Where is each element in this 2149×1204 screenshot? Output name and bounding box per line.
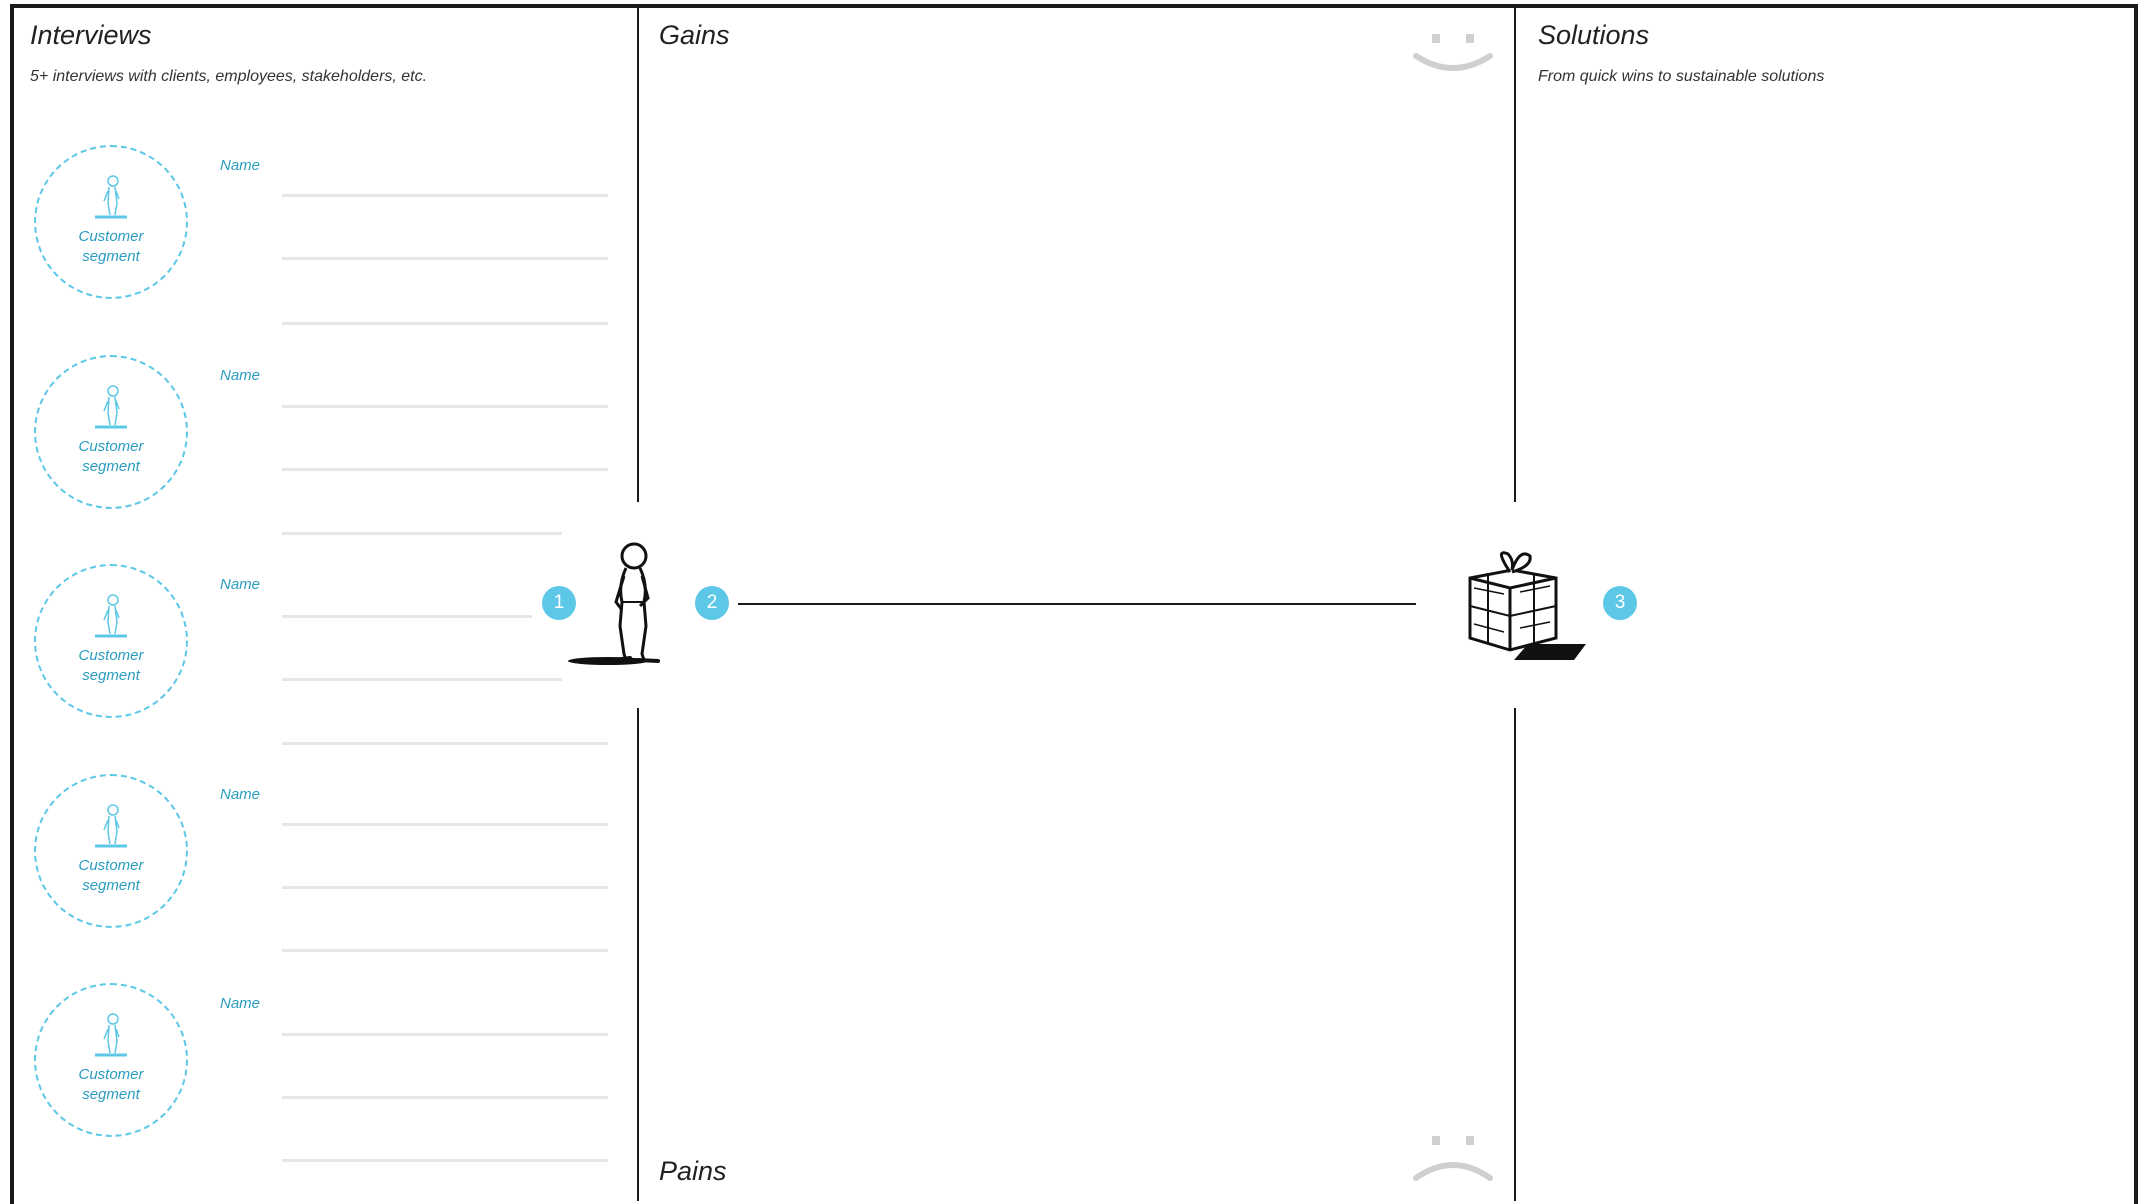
customer-segment-label: Customer segment [78,1066,144,1103]
pains-title: Pains [659,1156,727,1186]
notes-line[interactable] [282,886,608,889]
customer-segment-circle[interactable] [34,145,188,299]
person-icon [95,175,127,219]
notes-line[interactable] [282,1096,608,1099]
notes-line[interactable] [282,405,608,408]
solutions-title: Solutions [1538,20,1650,50]
name-label: Name [220,995,261,1012]
notes-line[interactable] [282,257,608,260]
divider-left-top [637,6,639,502]
customer-segment-label: Customer segment [78,857,144,894]
interview-row: Customer segment Name [34,564,614,745]
notes-line[interactable] [282,322,608,325]
customer-segment-circle[interactable] [34,355,188,509]
customer-segment-label: Customer segment [78,438,144,475]
journey-line [738,603,1416,605]
notes-line[interactable] [282,823,608,826]
notes-line[interactable] [282,194,608,197]
notes-line[interactable] [282,1033,608,1036]
notes-line[interactable] [282,532,562,535]
divider-right-bottom [1514,708,1516,1201]
smiley-icon [1413,34,1493,71]
customer-segment-circle[interactable] [34,983,188,1137]
name-label: Name [220,576,261,593]
solutions-subtitle: From quick wins to sustainable solutions [1538,68,1825,85]
person-icon [95,385,127,429]
interview-row: Customer segment Name [34,774,614,952]
divider-right-top [1514,6,1516,502]
customer-segment-label: Customer segment [78,647,144,684]
step-badge-3: 3 [1603,586,1637,620]
notes-line[interactable] [282,678,562,681]
notes-line[interactable] [282,742,608,745]
person-icon [95,804,127,848]
frown-icon [1413,1136,1493,1181]
interview-row: Customer segment Name [34,983,614,1162]
customer-segment-circle[interactable] [34,564,188,718]
person-icon [95,1013,127,1057]
customer-segment-circle[interactable] [34,774,188,928]
notes-line[interactable] [282,949,608,952]
divider-left-bottom [637,708,639,1201]
notes-line[interactable] [282,468,608,471]
interview-row: Customer segment Name [34,355,614,535]
person-icon [95,594,127,638]
customer-segment-label: Customer segment [78,228,144,265]
interview-row: Customer segment Name [34,145,614,325]
step-badge-2: 2 [695,586,729,620]
interviews-subtitle: 5+ interviews with clients, employees, s… [30,68,428,85]
person-figure-icon [568,542,660,665]
name-label: Name [220,367,261,384]
step-badge-1: 1 [542,586,576,620]
interviews-title: Interviews [30,20,152,50]
name-label: Name [220,786,261,803]
name-label: Name [220,157,261,174]
notes-line[interactable] [282,615,532,618]
gift-icon [1468,551,1586,660]
notes-line[interactable] [282,1159,608,1162]
gains-title: Gains [659,20,730,50]
